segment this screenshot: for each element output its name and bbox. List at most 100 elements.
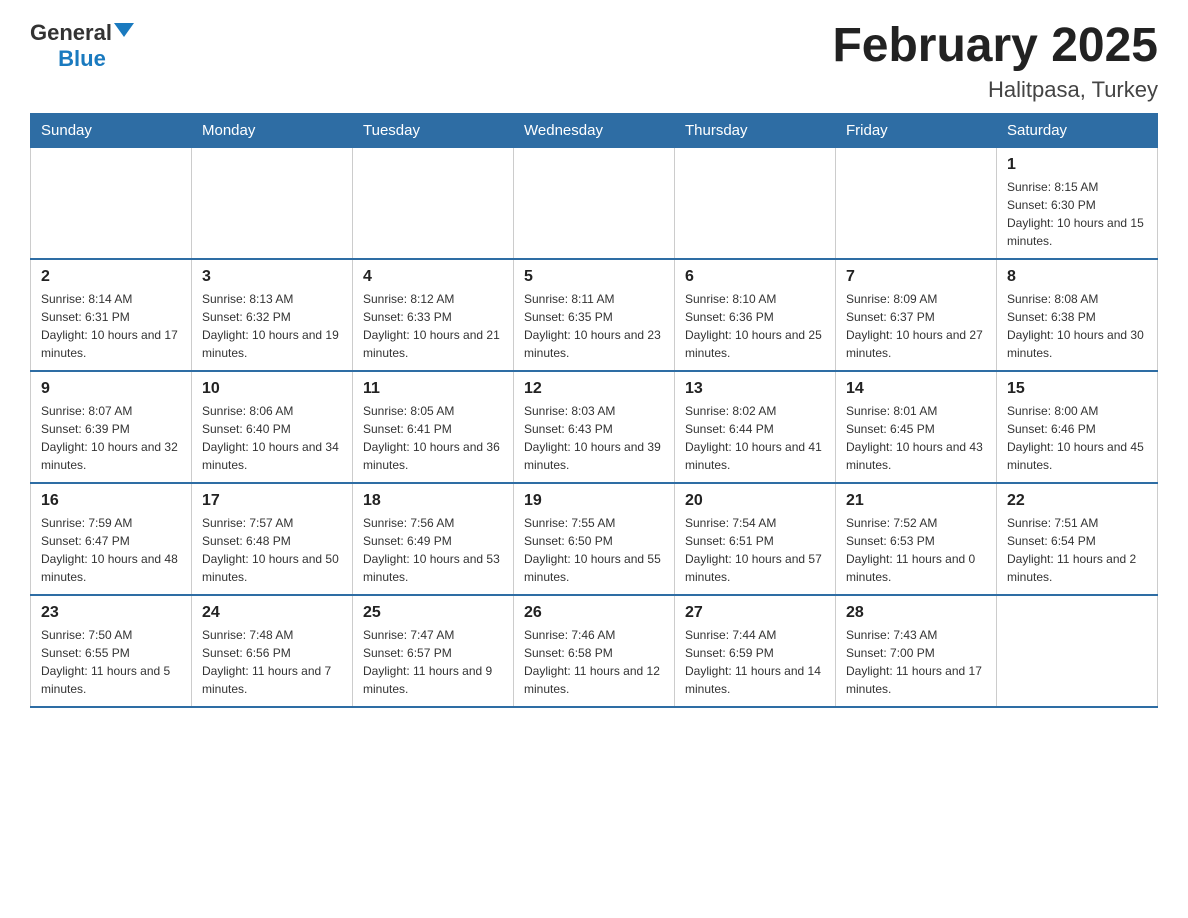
- week-row-4: 16 Sunrise: 7:59 AM Sunset: 6:47 PM Dayli…: [31, 483, 1158, 595]
- day-number: 14: [846, 380, 986, 398]
- day-number: 24: [202, 604, 342, 622]
- day-number: 19: [524, 492, 664, 510]
- day-number: 28: [846, 604, 986, 622]
- calendar-cell: 16 Sunrise: 7:59 AM Sunset: 6:47 PM Dayli…: [31, 483, 192, 595]
- calendar-cell: 19 Sunrise: 7:55 AM Sunset: 6:50 PM Dayli…: [514, 483, 675, 595]
- day-info: Sunrise: 8:10 AM Sunset: 6:36 PM Dayligh…: [685, 290, 825, 362]
- day-info: Sunrise: 8:02 AM Sunset: 6:44 PM Dayligh…: [685, 402, 825, 474]
- weekday-header-row: SundayMondayTuesdayWednesdayThursdayFrid…: [31, 113, 1158, 147]
- calendar-cell: 24 Sunrise: 7:48 AM Sunset: 6:56 PM Dayli…: [192, 595, 353, 707]
- day-info: Sunrise: 7:47 AM Sunset: 6:57 PM Dayligh…: [363, 626, 503, 698]
- day-info: Sunrise: 7:50 AM Sunset: 6:55 PM Dayligh…: [41, 626, 181, 698]
- day-info: Sunrise: 8:15 AM Sunset: 6:30 PM Dayligh…: [1007, 178, 1147, 250]
- weekday-header-monday: Monday: [192, 113, 353, 147]
- calendar-cell: 23Sunrise: 7:50 AM Sunset: 6:55 PM Dayli…: [31, 595, 192, 707]
- day-number: 5: [524, 268, 664, 286]
- day-number: 10: [202, 380, 342, 398]
- calendar-cell: 5 Sunrise: 8:11 AM Sunset: 6:35 PM Daylig…: [514, 259, 675, 371]
- day-number: 4: [363, 268, 503, 286]
- calendar-cell: [836, 147, 997, 259]
- day-info: Sunrise: 8:12 AM Sunset: 6:33 PM Dayligh…: [363, 290, 503, 362]
- day-info: Sunrise: 7:55 AM Sunset: 6:50 PM Dayligh…: [524, 514, 664, 586]
- calendar-cell: 2Sunrise: 8:14 AM Sunset: 6:31 PM Daylig…: [31, 259, 192, 371]
- day-number: 9: [41, 380, 181, 398]
- day-info: Sunrise: 7:43 AM Sunset: 7:00 PM Dayligh…: [846, 626, 986, 698]
- calendar-cell: 25 Sunrise: 7:47 AM Sunset: 6:57 PM Dayli…: [353, 595, 514, 707]
- calendar-cell: 21 Sunrise: 7:52 AM Sunset: 6:53 PM Dayli…: [836, 483, 997, 595]
- calendar-cell: 27 Sunrise: 7:44 AM Sunset: 6:59 PM Dayli…: [675, 595, 836, 707]
- day-number: 20: [685, 492, 825, 510]
- day-info: Sunrise: 8:09 AM Sunset: 6:37 PM Dayligh…: [846, 290, 986, 362]
- calendar-cell: 14 Sunrise: 8:01 AM Sunset: 6:45 PM Dayli…: [836, 371, 997, 483]
- day-number: 25: [363, 604, 503, 622]
- calendar-cell: 20 Sunrise: 7:54 AM Sunset: 6:51 PM Dayli…: [675, 483, 836, 595]
- day-info: Sunrise: 7:46 AM Sunset: 6:58 PM Dayligh…: [524, 626, 664, 698]
- day-info: Sunrise: 8:11 AM Sunset: 6:35 PM Dayligh…: [524, 290, 664, 362]
- day-number: 6: [685, 268, 825, 286]
- day-number: 8: [1007, 268, 1147, 286]
- title-block: February 2025 Halitpasa, Turkey: [832, 20, 1158, 103]
- calendar-cell: [675, 147, 836, 259]
- day-info: Sunrise: 7:48 AM Sunset: 6:56 PM Dayligh…: [202, 626, 342, 698]
- calendar-cell: 7Sunrise: 8:09 AM Sunset: 6:37 PM Daylig…: [836, 259, 997, 371]
- logo-general-text: General: [30, 20, 112, 46]
- calendar-cell: [514, 147, 675, 259]
- day-info: Sunrise: 7:57 AM Sunset: 6:48 PM Dayligh…: [202, 514, 342, 586]
- day-info: Sunrise: 8:06 AM Sunset: 6:40 PM Dayligh…: [202, 402, 342, 474]
- calendar-cell: 8 Sunrise: 8:08 AM Sunset: 6:38 PM Daylig…: [997, 259, 1158, 371]
- day-info: Sunrise: 7:52 AM Sunset: 6:53 PM Dayligh…: [846, 514, 986, 586]
- day-number: 13: [685, 380, 825, 398]
- logo-blue-text: Blue: [58, 46, 106, 71]
- day-number: 3: [202, 268, 342, 286]
- day-info: Sunrise: 7:51 AM Sunset: 6:54 PM Dayligh…: [1007, 514, 1147, 586]
- weekday-header-saturday: Saturday: [997, 113, 1158, 147]
- calendar-cell: 10 Sunrise: 8:06 AM Sunset: 6:40 PM Dayli…: [192, 371, 353, 483]
- day-info: Sunrise: 8:01 AM Sunset: 6:45 PM Dayligh…: [846, 402, 986, 474]
- calendar-cell: 1 Sunrise: 8:15 AM Sunset: 6:30 PM Daylig…: [997, 147, 1158, 259]
- day-number: 21: [846, 492, 986, 510]
- day-info: Sunrise: 8:07 AM Sunset: 6:39 PM Dayligh…: [41, 402, 181, 474]
- calendar-cell: 13 Sunrise: 8:02 AM Sunset: 6:44 PM Dayli…: [675, 371, 836, 483]
- day-number: 27: [685, 604, 825, 622]
- day-info: Sunrise: 7:59 AM Sunset: 6:47 PM Dayligh…: [41, 514, 181, 586]
- day-number: 17: [202, 492, 342, 510]
- calendar-cell: 4 Sunrise: 8:12 AM Sunset: 6:33 PM Daylig…: [353, 259, 514, 371]
- day-info: Sunrise: 8:08 AM Sunset: 6:38 PM Dayligh…: [1007, 290, 1147, 362]
- page-header: General Blue February 2025 Halitpasa, Tu…: [30, 20, 1158, 103]
- day-number: 26: [524, 604, 664, 622]
- calendar-cell: 28 Sunrise: 7:43 AM Sunset: 7:00 PM Dayli…: [836, 595, 997, 707]
- day-number: 1: [1007, 156, 1147, 174]
- weekday-header-friday: Friday: [836, 113, 997, 147]
- day-number: 11: [363, 380, 503, 398]
- day-info: Sunrise: 7:56 AM Sunset: 6:49 PM Dayligh…: [363, 514, 503, 586]
- calendar-cell: 6 Sunrise: 8:10 AM Sunset: 6:36 PM Daylig…: [675, 259, 836, 371]
- day-info: Sunrise: 7:54 AM Sunset: 6:51 PM Dayligh…: [685, 514, 825, 586]
- week-row-5: 23Sunrise: 7:50 AM Sunset: 6:55 PM Dayli…: [31, 595, 1158, 707]
- logo-triangle-icon: [114, 23, 134, 37]
- day-number: 22: [1007, 492, 1147, 510]
- calendar-cell: [353, 147, 514, 259]
- day-number: 2: [41, 268, 181, 286]
- logo: General Blue: [30, 20, 134, 72]
- week-row-1: 1 Sunrise: 8:15 AM Sunset: 6:30 PM Daylig…: [31, 147, 1158, 259]
- day-number: 15: [1007, 380, 1147, 398]
- calendar-cell: [192, 147, 353, 259]
- calendar-cell: 15 Sunrise: 8:00 AM Sunset: 6:46 PM Dayli…: [997, 371, 1158, 483]
- calendar-table: SundayMondayTuesdayWednesdayThursdayFrid…: [30, 113, 1158, 708]
- day-info: Sunrise: 8:00 AM Sunset: 6:46 PM Dayligh…: [1007, 402, 1147, 474]
- day-info: Sunrise: 7:44 AM Sunset: 6:59 PM Dayligh…: [685, 626, 825, 698]
- calendar-cell: 3 Sunrise: 8:13 AM Sunset: 6:32 PM Daylig…: [192, 259, 353, 371]
- calendar-cell: 18Sunrise: 7:56 AM Sunset: 6:49 PM Dayli…: [353, 483, 514, 595]
- weekday-header-wednesday: Wednesday: [514, 113, 675, 147]
- calendar-subtitle: Halitpasa, Turkey: [832, 77, 1158, 103]
- day-info: Sunrise: 8:13 AM Sunset: 6:32 PM Dayligh…: [202, 290, 342, 362]
- calendar-cell: 26 Sunrise: 7:46 AM Sunset: 6:58 PM Dayli…: [514, 595, 675, 707]
- weekday-header-tuesday: Tuesday: [353, 113, 514, 147]
- day-number: 16: [41, 492, 181, 510]
- calendar-cell: 11Sunrise: 8:05 AM Sunset: 6:41 PM Dayli…: [353, 371, 514, 483]
- calendar-cell: 17 Sunrise: 7:57 AM Sunset: 6:48 PM Dayli…: [192, 483, 353, 595]
- calendar-cell: 22 Sunrise: 7:51 AM Sunset: 6:54 PM Dayli…: [997, 483, 1158, 595]
- weekday-header-sunday: Sunday: [31, 113, 192, 147]
- week-row-3: 9 Sunrise: 8:07 AM Sunset: 6:39 PM Daylig…: [31, 371, 1158, 483]
- week-row-2: 2Sunrise: 8:14 AM Sunset: 6:31 PM Daylig…: [31, 259, 1158, 371]
